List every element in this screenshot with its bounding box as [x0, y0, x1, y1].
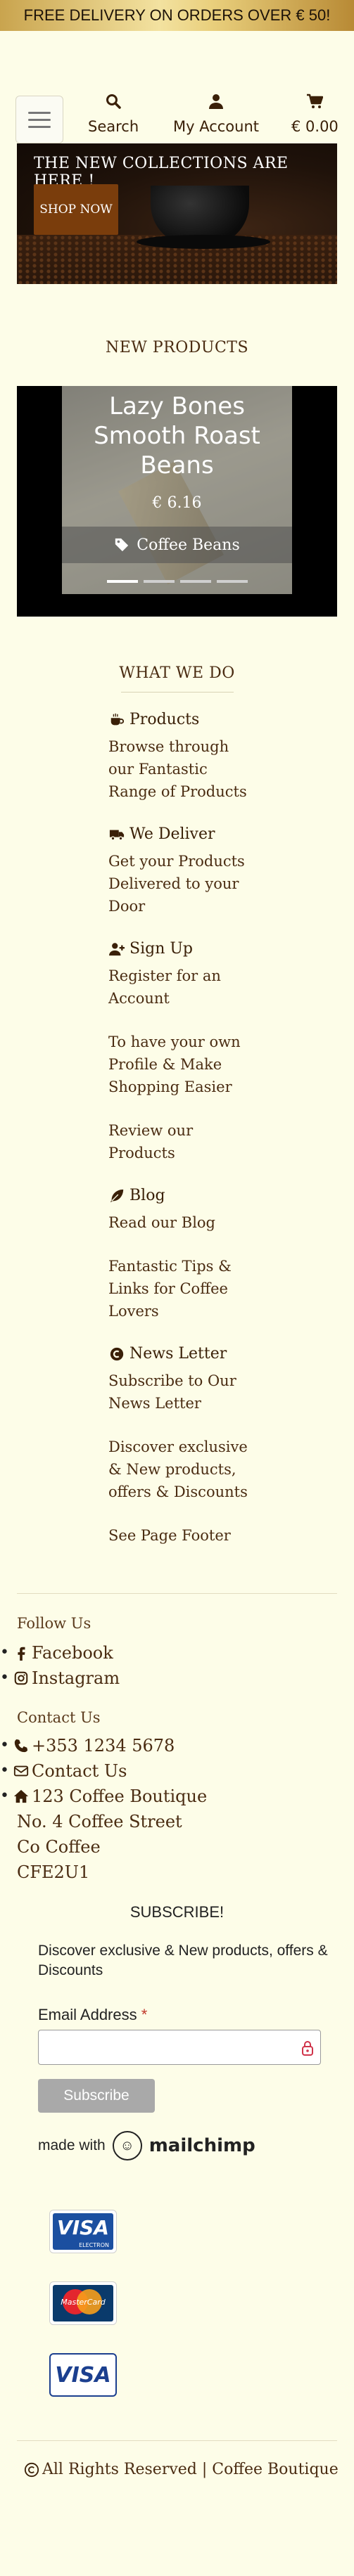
signup-heading: Sign Up — [108, 940, 249, 958]
feather-icon — [110, 1189, 124, 1202]
address-line: No. 4 Coffee Street — [17, 1812, 182, 1831]
email-link[interactable]: Contact Us — [0, 1758, 354, 1784]
facebook-icon — [18, 1647, 25, 1661]
product-category[interactable]: Coffee Beans — [62, 527, 292, 563]
copyright: All Rights Reserved | Coffee Boutique — [0, 2461, 354, 2478]
email-field[interactable] — [38, 2030, 321, 2065]
bottom-divider — [17, 2440, 337, 2441]
carousel-dot[interactable] — [143, 580, 175, 583]
newsletter-heading: News Letter — [108, 1345, 249, 1363]
search-icon — [88, 93, 139, 112]
truck-icon — [109, 830, 125, 840]
facebook-link[interactable]: Facebook — [0, 1640, 354, 1666]
subscribe-description: Discover exclusive & New products, offer… — [38, 1943, 328, 1978]
signup-text: To have your own Profile & Make Shopping… — [108, 1033, 241, 1095]
user-plus-icon — [109, 942, 125, 955]
shop-now-button[interactable]: SHOP NOW — [34, 184, 118, 235]
what-we-do-title: WHAT WE DO — [119, 664, 235, 682]
copyright-like-icon — [110, 1347, 124, 1360]
visa-card-icon: VISA — [49, 2353, 117, 2397]
instagram-icon — [14, 1671, 28, 1685]
address-line: CFE2U1 — [17, 1862, 90, 1882]
phone-link[interactable]: +353 1234 5678 — [0, 1733, 354, 1758]
address-item: 123 Coffee Boutique — [0, 1784, 354, 1809]
product-price: € 6.16 — [152, 494, 202, 512]
subscribe-form: Discover exclusive & New products, offer… — [38, 1941, 337, 2160]
footer-divider — [17, 1593, 337, 1594]
hamburger-icon — [28, 111, 51, 114]
product-name[interactable]: Lazy Bones Smooth Roast Beans — [62, 392, 292, 480]
subscribe-button[interactable]: Subscribe — [38, 2079, 155, 2113]
account-label: My Account — [173, 118, 260, 135]
email-label: Email Address * — [38, 2006, 148, 2023]
search-button[interactable]: Search — [88, 93, 139, 135]
carousel-dot[interactable] — [179, 580, 211, 583]
envelope-icon — [13, 1765, 29, 1777]
instagram-link[interactable]: Instagram — [0, 1666, 354, 1691]
navbar: Search My Account € 0.00 — [0, 31, 354, 143]
address-line: Co Coffee — [17, 1837, 101, 1857]
new-products-title: NEW PRODUCTS — [105, 339, 249, 356]
menu-button[interactable] — [15, 96, 63, 143]
promo-banner-text: FREE DELIVERY ON ORDERS OVER € 50! — [23, 6, 331, 24]
product-category-label: Coffee Beans — [137, 536, 240, 554]
copyright-icon — [24, 2462, 39, 2477]
carousel-dot[interactable] — [216, 580, 248, 583]
mailchimp-badge[interactable]: made with ☺ mailchimp — [38, 2131, 337, 2160]
user-icon — [173, 93, 259, 112]
what-we-do-list: Products Browse through our Fantastic Ra… — [108, 711, 249, 1547]
signup-text: Review our Products — [108, 1122, 194, 1161]
carousel-indicators — [62, 580, 292, 583]
visa-electron-card-icon: VISA ELECTRON — [49, 2210, 117, 2253]
cart-total: € 0.00 — [291, 118, 339, 135]
products-heading: Products — [108, 711, 249, 728]
mastercard-card-icon: MasterCard — [49, 2281, 117, 2325]
phone-icon — [14, 1739, 28, 1753]
hero-banner: THE NEW COLLECTIONS ARE HERE ! SHOP NOW — [17, 143, 337, 284]
cart-icon — [291, 93, 339, 112]
mailchimp-icon: ☺ — [112, 2131, 142, 2160]
search-label: Search — [88, 118, 139, 135]
delivery-heading: We Deliver — [108, 825, 249, 843]
signup-text: Register for an Account — [108, 967, 221, 1007]
product-card[interactable]: Lazy Bones Smooth Roast Beans € 6.16 Cof… — [62, 386, 292, 594]
newsletter-text: Subscribe to Our News Letter — [108, 1372, 236, 1412]
mailchimp-wordmark: mailchimp — [148, 2135, 255, 2156]
contact-title: Contact Us — [17, 1709, 101, 1726]
copyright-text: All Rights Reserved | Coffee Boutique — [42, 2461, 339, 2478]
products-text: Browse through our Fantastic Range of Pr… — [108, 738, 247, 800]
account-button[interactable]: My Account — [173, 93, 259, 135]
cart-button[interactable]: € 0.00 — [291, 93, 339, 135]
newsletter-text: See Page Footer — [108, 1527, 231, 1544]
newsletter-text: Discover exclusive & New products, offer… — [108, 1438, 248, 1500]
contact-list: +353 1234 5678 Contact Us 123 Coffee Bou… — [0, 1733, 354, 1809]
blog-heading: Blog — [108, 1187, 249, 1204]
delivery-text: Get your Products Delivered to your Door — [108, 853, 245, 915]
password-manager-icon[interactable] — [301, 2040, 315, 2056]
follow-title: Follow Us — [17, 1615, 91, 1632]
coffee-cup-image — [137, 186, 270, 249]
social-list: Facebook Instagram — [0, 1640, 354, 1691]
coffee-cup-icon — [110, 713, 125, 725]
promo-banner: FREE DELIVERY ON ORDERS OVER € 50! — [0, 0, 354, 31]
subscribe-title: SUBSCRIBE! — [129, 1903, 225, 1921]
required-mark: * — [141, 2006, 148, 2023]
blog-text: Fantastic Tips & Links for Coffee Lovers — [108, 1258, 232, 1320]
home-icon — [13, 1789, 29, 1803]
product-carousel[interactable]: Lazy Bones Smooth Roast Beans € 6.16 Cof… — [17, 386, 337, 617]
divider — [120, 692, 234, 693]
tag-icon — [115, 538, 129, 552]
carousel-dot[interactable] — [106, 580, 138, 583]
blog-text: Read our Blog — [108, 1214, 215, 1231]
